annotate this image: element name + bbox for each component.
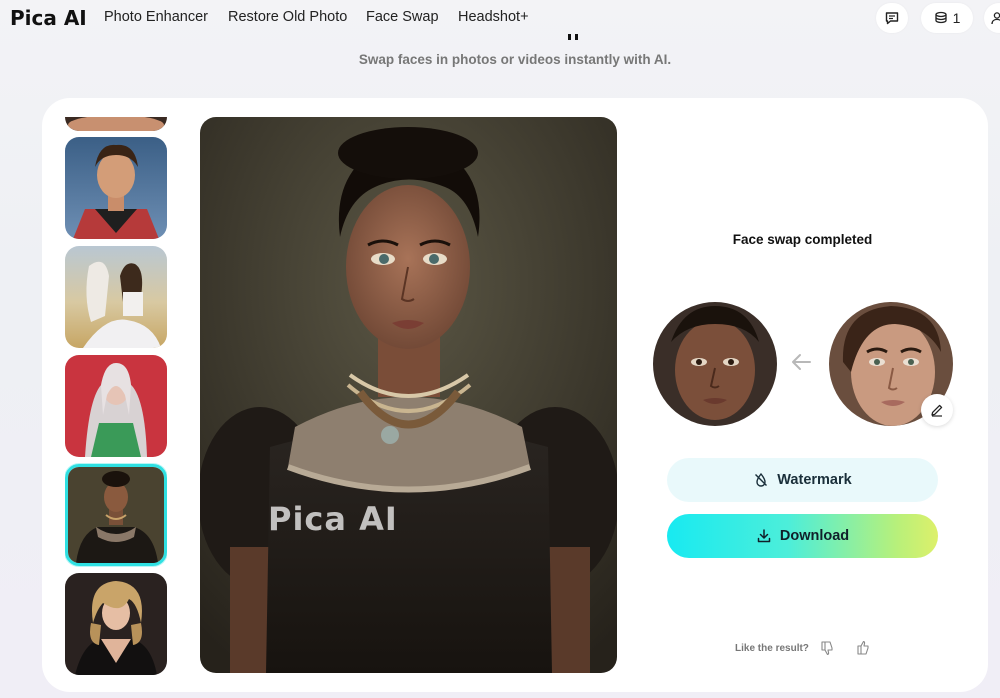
page-subtitle: Swap faces in photos or videos instantly… — [358, 52, 672, 67]
feedback-row: Like the result? — [735, 640, 871, 656]
template-list[interactable] — [65, 117, 167, 677]
top-nav: Pica AI Photo Enhancer Restore Old Photo… — [0, 0, 1000, 38]
arrow-left-icon — [792, 354, 811, 370]
edit-source-face-button[interactable] — [921, 394, 953, 426]
remove-watermark-button[interactable]: Watermark — [667, 458, 938, 502]
logo[interactable]: Pica AI — [10, 6, 87, 30]
template-thumb-4[interactable] — [65, 355, 167, 457]
thumbs-up-icon[interactable] — [855, 640, 871, 656]
logo-text: Pica AI — [10, 6, 87, 30]
feedback-prompt: Like the result? — [735, 642, 809, 654]
template-thumb-6[interactable] — [65, 573, 167, 675]
remove-watermark-label: Watermark — [777, 472, 852, 488]
nav-photo-enhancer[interactable]: Photo Enhancer — [104, 9, 208, 25]
status-text: Face swap completed — [732, 232, 873, 247]
feedback-button[interactable] — [876, 3, 908, 33]
credits-count: 1 — [952, 10, 961, 26]
thumbs-down-icon[interactable] — [819, 640, 835, 656]
template-thumb-1[interactable] — [65, 117, 167, 131]
download-label: Download — [779, 528, 850, 544]
template-thumb-5-selected[interactable] — [65, 464, 167, 566]
no-watermark-icon — [755, 472, 768, 487]
nav-headshot[interactable]: Headshot+ — [458, 9, 529, 25]
credits-button[interactable]: 1 — [921, 3, 973, 33]
nav-face-swap[interactable]: Face Swap — [366, 9, 439, 25]
target-face — [653, 302, 777, 426]
account-button[interactable] — [984, 3, 1000, 33]
result-image — [200, 117, 617, 673]
watermark-overlay: Pica AI — [268, 500, 398, 538]
template-thumb-3[interactable] — [65, 246, 167, 348]
download-button[interactable]: Download — [667, 514, 938, 558]
chat-icon — [885, 12, 899, 25]
download-icon — [757, 529, 771, 543]
user-icon — [991, 12, 1000, 25]
nav-restore-old-photo[interactable]: Restore Old Photo — [228, 9, 347, 25]
coins-icon — [934, 11, 947, 24]
template-thumb-2[interactable] — [65, 137, 167, 239]
page-title-fragment — [568, 34, 578, 40]
pencil-icon — [931, 404, 943, 417]
